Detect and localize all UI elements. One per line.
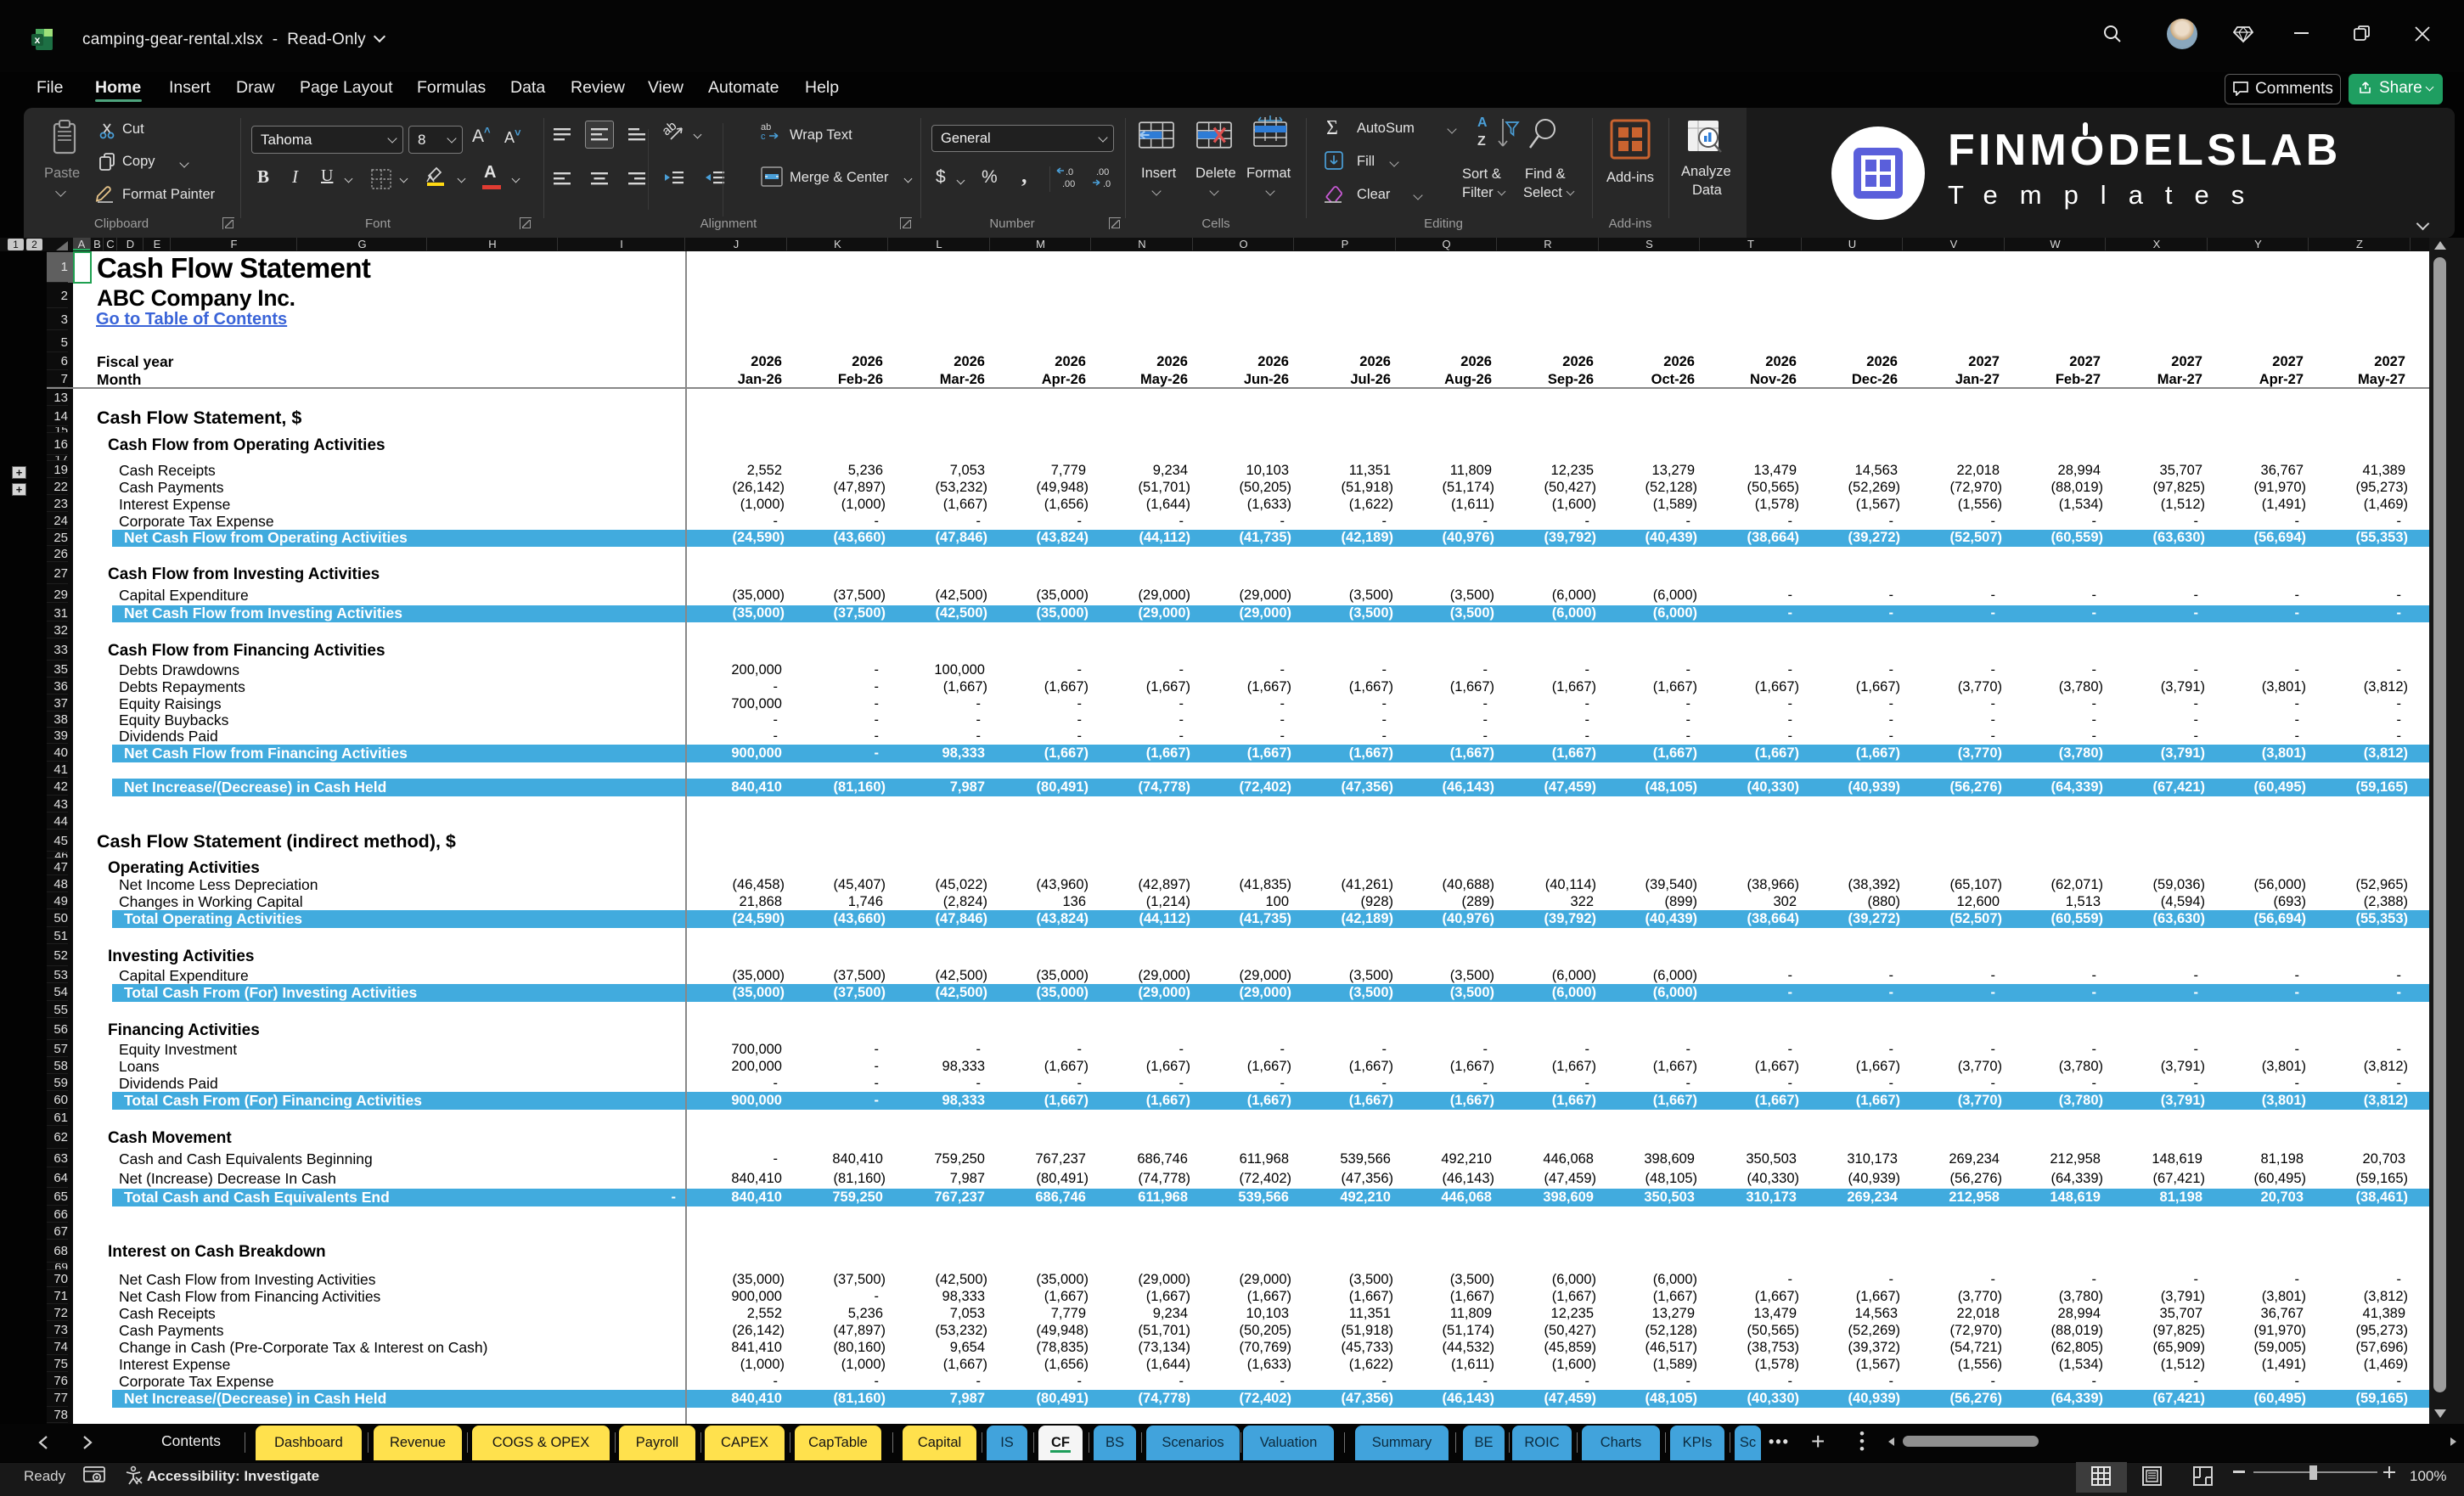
svg-text:.00: .00: [1062, 179, 1075, 189]
svg-text:c: c: [761, 132, 766, 142]
svg-text:x: x: [35, 34, 41, 46]
svg-text:.00: .00: [1096, 167, 1109, 177]
svg-text:.0: .0: [1066, 167, 1073, 177]
svg-text:.0: .0: [1103, 179, 1111, 189]
